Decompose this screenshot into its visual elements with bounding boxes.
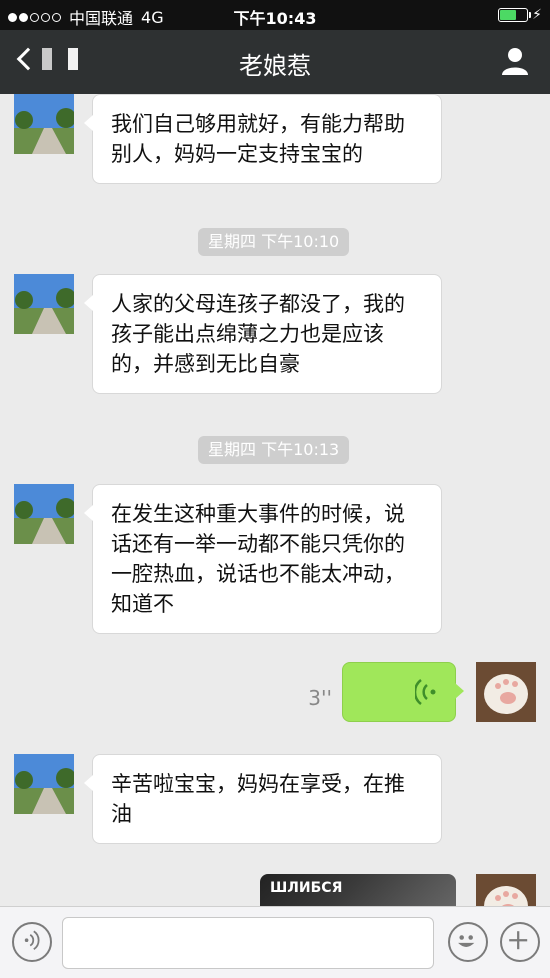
message-text-2: 人家的父母连孩子都没了，我的孩子能出点绵薄之力也是应该的，并感到无比自豪 — [111, 292, 405, 376]
message-input[interactable] — [62, 917, 434, 969]
message-bubble-2[interactable]: 人家的父母连孩子都没了，我的孩子能出点绵薄之力也是应该的，并感到无比自豪 — [84, 274, 442, 394]
plus-icon — [509, 931, 528, 950]
message-text-1: 我们自己够用就好，有能力帮助别人，妈妈一定支持宝宝的 — [111, 112, 405, 166]
profile-icon[interactable] — [500, 46, 530, 76]
status-bar: 中国联通 4G 下午10:43 ⚡ — [0, 0, 550, 30]
message-text-3: 在发生这种重大事件的时候，说话还有一举一动都不能只凭你的一腔热血，说话也不能太冲… — [111, 502, 405, 616]
avatar-mom[interactable] — [14, 94, 74, 154]
message-bubble-4[interactable]: 辛苦啦宝宝，妈妈在享受，在推油 — [84, 754, 442, 844]
message-bubble-3[interactable]: 在发生这种重大事件的时候，说话还有一举一动都不能只凭你的一腔热血，说话也不能太冲… — [84, 484, 442, 634]
message-text-4: 辛苦啦宝宝，妈妈在享受，在推油 — [111, 772, 405, 826]
avatar-me[interactable] — [476, 874, 536, 906]
battery-icon — [498, 8, 532, 22]
voice-wave-icon — [415, 679, 436, 705]
input-bar — [0, 906, 550, 978]
nav-bar: 老娘惹 — [0, 30, 550, 94]
image-message[interactable]: ШЛИБСЯ — [260, 874, 456, 906]
avatar-mom[interactable] — [14, 484, 74, 544]
emoji-button[interactable] — [448, 922, 488, 962]
message-bubble-1[interactable]: 我们自己够用就好，有能力帮助别人，妈妈一定支持宝宝的 — [84, 94, 442, 184]
voice-message-bubble[interactable] — [342, 662, 464, 722]
plus-button[interactable] — [500, 922, 540, 962]
voice-duration: 3'' — [308, 686, 332, 710]
emoji-icon — [458, 935, 475, 947]
avatar-mom[interactable] — [14, 274, 74, 334]
voice-toggle-icon — [24, 930, 40, 950]
charging-icon: ⚡ — [532, 7, 542, 23]
avatar-mom[interactable] — [14, 754, 74, 814]
chat-area[interactable]: 我们自己够用就好，有能力帮助别人，妈妈一定支持宝宝的 星期四 下午10:10 人… — [0, 94, 550, 906]
voice-toggle-button[interactable] — [12, 922, 52, 962]
timestamp-1: 星期四 下午10:10 — [198, 228, 350, 256]
status-time: 下午10:43 — [233, 9, 317, 28]
chat-title: 老娘惹 — [239, 52, 311, 80]
status-right: ⚡ — [498, 7, 542, 23]
timestamp-2: 星期四 下午10:13 — [198, 436, 350, 464]
image-watermark: ШЛИБСЯ — [270, 880, 343, 896]
avatar-me[interactable] — [476, 662, 536, 722]
